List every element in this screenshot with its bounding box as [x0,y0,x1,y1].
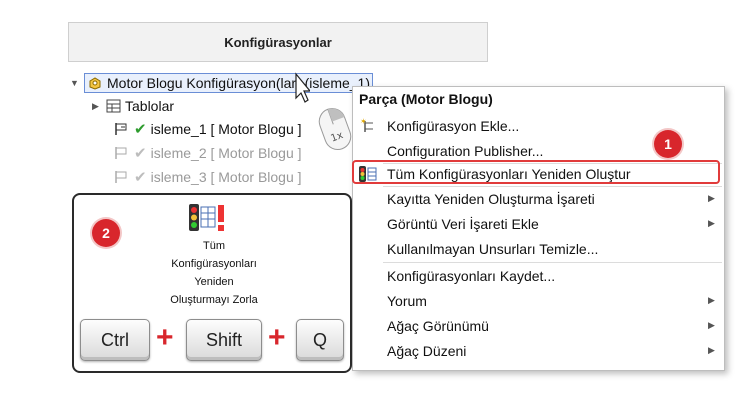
panel-title: Konfigürasyonlar [68,22,488,62]
shortcut-label-line: Konfigürasyonları [171,258,257,270]
submenu-arrow-icon: ▶ [708,193,715,203]
root-selection[interactable]: Motor Blogu Konfigürasyon(lar) (isleme_1… [84,73,373,93]
config-flag-icon [114,170,130,184]
shortcut-label-line: Yeniden [194,276,234,288]
config-flag-icon [114,146,130,160]
config-label: isleme_2 [ Motor Blogu ] [150,145,302,161]
submenu-arrow-icon: ▶ [708,320,715,330]
step-badge-1: 1 [654,130,682,158]
table-icon [106,99,121,113]
context-menu: Parça (Motor Blogu) ✶ Konfigürasyon Ekle… [352,86,725,371]
collapse-arrow-icon[interactable]: ▶ [92,101,106,112]
highlight-box [352,160,720,184]
svg-text:✶: ✶ [360,118,367,126]
tree-item-tables[interactable]: ▶ Tablolar [92,95,174,117]
tree-item-config-2[interactable]: ✔ isleme_2 [ Motor Blogu ] [114,142,302,164]
menu-item-tree-view[interactable]: Ağaç Görünümü ▶ [353,313,724,338]
ctrl-key: Ctrl [80,319,150,361]
add-config-icon: ✶ [353,118,383,134]
menu-item-add-display-data[interactable]: Görüntü Veri İşareti Ekle ▶ [353,211,724,236]
step-badge-2: 2 [92,219,120,247]
tree-item-config-1[interactable]: ✔ isleme_1 [ Motor Blogu ] [114,118,302,140]
expand-arrow-icon[interactable]: ▼ [70,78,84,88]
config-label: isleme_1 [ Motor Blogu ] [150,121,302,137]
rebuild-all-force-icon [189,204,224,231]
submenu-arrow-icon: ▶ [708,218,715,228]
active-check-icon: ✔ [134,121,147,138]
shortcut-card: 2 Tüm Konfigürasyonları Yeniden Oluşturm… [72,193,352,373]
tables-label: Tablolar [125,98,175,114]
tree-root[interactable]: ▼ Motor Blogu Konfigürasyon(lar) (isleme… [70,72,373,94]
menu-item-rebuild-on-save[interactable]: Kayıtta Yeniden Oluşturma İşareti ▶ [353,186,724,211]
part-config-icon [87,75,103,91]
shortcut-label-line: Tüm [203,240,225,252]
menu-item-save-configurations[interactable]: Konfigürasyonları Kaydet... [353,263,724,288]
q-key: Q [296,319,344,361]
config-label: isleme_3 [ Motor Blogu ] [150,169,302,185]
cursor-arrow-icon [295,72,310,103]
config-flag-icon [114,122,130,136]
submenu-arrow-icon: ▶ [708,345,715,355]
menu-item-comment[interactable]: Yorum ▶ [353,288,724,313]
menu-item-tree-order[interactable]: Ağaç Düzeni ▶ [353,338,724,363]
shift-key: Shift [186,319,262,361]
right-click-mouse-icon: 1x [318,107,352,151]
tree-item-config-3[interactable]: ✔ isleme_3 [ Motor Blogu ] [114,166,302,188]
submenu-arrow-icon: ▶ [708,295,715,305]
root-label: Motor Blogu Konfigürasyon(lar) (isleme_1… [107,75,370,91]
menu-item-purge-unused[interactable]: Kullanılmayan Unsurları Temizle... [353,236,724,261]
shortcut-label-line: Oluşturmayı Zorla [170,294,258,306]
inactive-check-icon: ✔ [134,169,147,186]
inactive-check-icon: ✔ [134,145,147,162]
plus-sign: + [156,321,174,354]
plus-sign: + [268,321,286,354]
menu-title: Parça (Motor Blogu) [359,91,493,107]
